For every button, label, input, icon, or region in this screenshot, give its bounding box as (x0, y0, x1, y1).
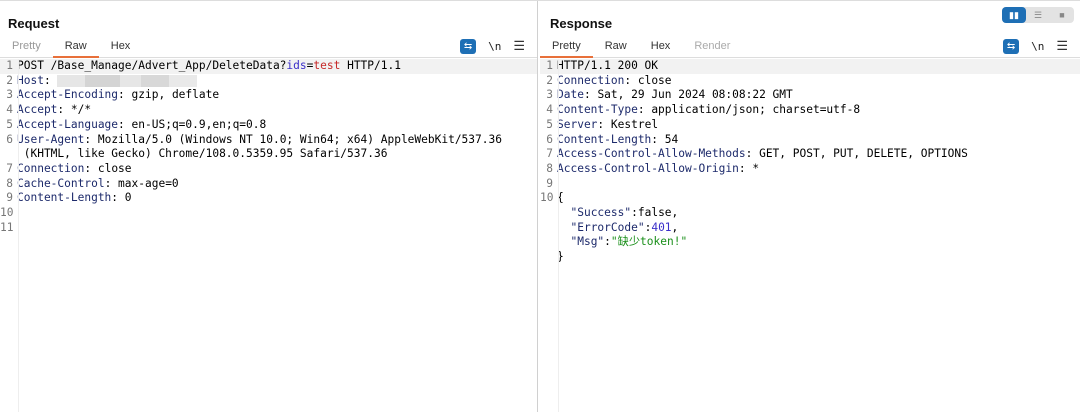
code-line: 7 Access-Control-Allow-Methods: GET, POST… (546, 147, 968, 161)
request-tabs: Pretty Raw Hex (0, 38, 537, 58)
code-line: 5 Server: Kestrel (546, 117, 659, 131)
code-line: 4 Content-Type: application/json; charset… (546, 103, 861, 117)
newline-toggle[interactable]: \n (488, 40, 501, 53)
response-editor[interactable]: 1 HTTP/1.1 200 OK 2 Connection: close 3 Dat… (540, 59, 1080, 412)
response-tab-pretty[interactable]: Pretty (540, 38, 593, 58)
response-title: Response (550, 16, 613, 31)
hamburger-menu-icon[interactable]: ☰ (513, 38, 525, 54)
request-tab-pretty[interactable]: Pretty (0, 38, 53, 58)
hamburger-menu-icon[interactable]: ☰ (1056, 38, 1068, 54)
code-line: 3 Accept-Encoding: gzip, deflate (6, 88, 220, 102)
response-tab-hex[interactable]: Hex (639, 38, 683, 58)
split-horizontal-icon[interactable]: ▮▮ (1002, 7, 1026, 23)
response-tabs: Pretty Raw Hex Render (540, 38, 1080, 58)
code-line-wrap: (KHTML, like Gecko) Chrome/108.0.5359.95… (17, 147, 388, 161)
newline-toggle[interactable]: \n (1031, 40, 1044, 53)
request-tab-raw[interactable]: Raw (52, 38, 99, 58)
code-line: 10 (0, 206, 14, 220)
single-pane-icon[interactable]: ■ (1050, 7, 1074, 23)
request-editor[interactable]: 1 POST /Base_Manage/Advert_App/DeleteData… (0, 59, 537, 412)
layout-toggle: ▮▮ ☰ ■ (1002, 7, 1074, 23)
code-line: 2 Connection: close (546, 73, 672, 87)
wrap-lines-icon[interactable]: ⇆ (1003, 38, 1020, 54)
response-tab-raw[interactable]: Raw (593, 38, 639, 58)
json-line: } (557, 250, 564, 264)
request-panel: Request Pretty Raw Hex ⇆ \n ☰ 1 POST /Bas… (0, 1, 538, 412)
json-line: "Msg":"缺少token!" (570, 235, 688, 249)
code-line: 1 HTTP/1.1 200 OK (540, 59, 1080, 74)
json-line: "ErrorCode":401, (570, 220, 679, 234)
request-tab-hex[interactable]: Hex (99, 38, 143, 58)
response-panel: ▮▮ ☰ ■ Response Pretty Raw Hex Render ⇆ … (540, 1, 1080, 412)
request-title: Request (8, 16, 60, 31)
response-tab-render[interactable]: Render (682, 38, 742, 58)
code-line: 6 User-Agent: Mozilla/5.0 (Windows NT 10.… (6, 132, 502, 146)
wrap-lines-icon[interactable]: ⇆ (460, 38, 477, 54)
code-line: 8 Access-Control-Allow-Origin: * (546, 161, 760, 175)
code-line: 9 Content-Length: 0 (6, 191, 132, 205)
split-vertical-icon[interactable]: ☰ (1026, 7, 1050, 23)
code-line: 8 Cache-Control: max-age=0 (6, 176, 179, 190)
redacted-host (57, 74, 198, 87)
code-line: 6 Content-Length: 54 (546, 132, 679, 146)
code-line: 2 Host: (0, 74, 537, 89)
code-line: 3 Date: Sat, 29 Jun 2024 08:08:22 GMT (546, 88, 793, 102)
json-line: "Success":false, (570, 206, 679, 220)
code-line: 10{ (540, 191, 564, 205)
code-line: 9 (546, 176, 553, 190)
code-line: 4 Accept: */* (6, 103, 92, 117)
code-line: 11 (0, 220, 14, 234)
code-line: 5 Accept-Language: en-US;q=0.9,en;q=0.8 (6, 117, 267, 131)
code-line: 7 Connection: close (6, 161, 132, 175)
code-line: 1 POST /Base_Manage/Advert_App/DeleteData… (0, 59, 537, 74)
